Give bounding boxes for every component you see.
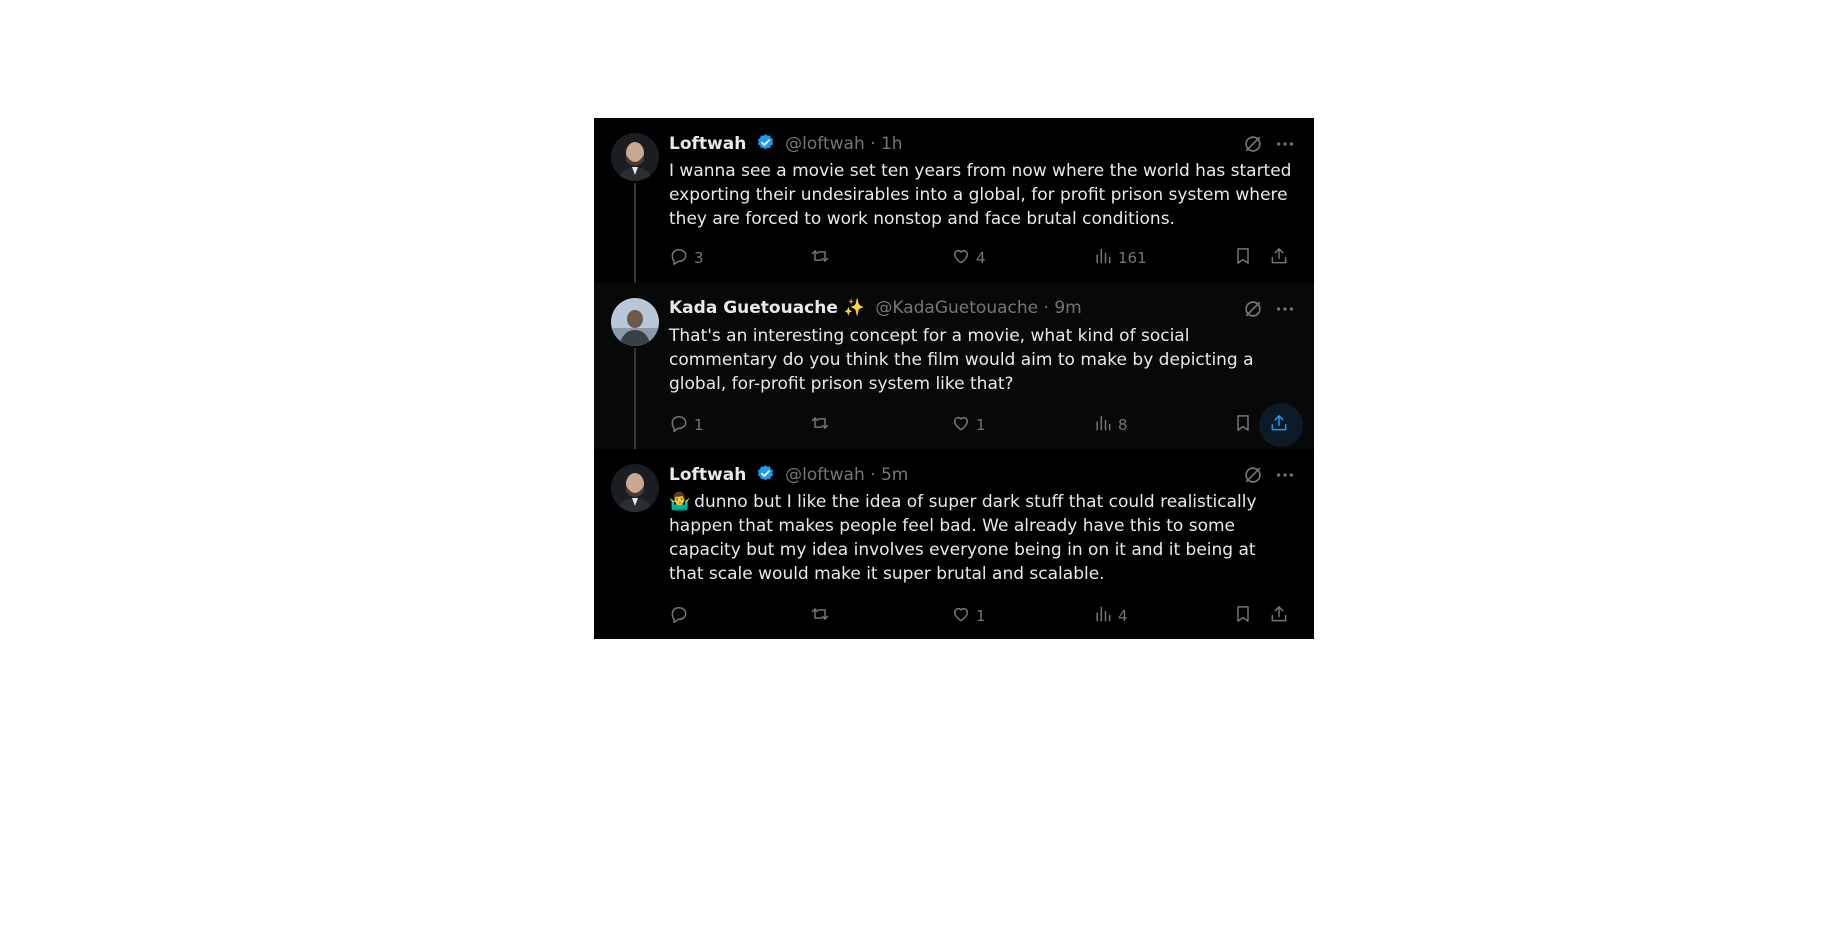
like-button[interactable]: 4 [951, 246, 986, 270]
tweet-header: Kada Guetouache ✨ @KadaGuetouache · 9m [669, 298, 1082, 318]
tweet-actions: 1 1 8 [669, 403, 1303, 447]
share-icon [1269, 604, 1289, 628]
share-button[interactable] [1269, 246, 1289, 270]
tweet-text: I wanna see a movie set ten years from n… [669, 161, 1292, 229]
tweet-actions: 3 4 161 [669, 246, 1299, 270]
share-icon [1269, 413, 1289, 437]
views-icon [1093, 604, 1113, 628]
share-icon [1269, 246, 1289, 270]
bookmark-button[interactable] [1233, 604, 1253, 628]
tweet[interactable]: Loftwah @loftwah · 5m 🤷‍♂️ dunno but I li… [594, 449, 1314, 639]
verified-badge-icon [756, 133, 775, 157]
reply-button[interactable]: 3 [669, 246, 704, 270]
grok-icon[interactable] [1242, 133, 1264, 155]
grok-icon[interactable] [1242, 464, 1264, 486]
avatar[interactable] [611, 298, 659, 346]
views-icon [1093, 413, 1113, 437]
retweet-icon [809, 413, 831, 437]
reply-icon [669, 413, 689, 437]
heart-icon [951, 246, 971, 270]
views-icon [1093, 246, 1113, 270]
like-button[interactable]: 1 [951, 604, 986, 628]
like-count: 1 [976, 416, 986, 434]
reply-icon [669, 604, 689, 628]
separator: · [870, 134, 876, 154]
retweet-icon [809, 604, 831, 628]
tweet[interactable]: Loftwah @loftwah · 1h I wanna see a movi… [594, 118, 1314, 283]
reply-button[interactable] [669, 604, 694, 628]
author-name[interactable]: Loftwah [669, 134, 746, 154]
tweet-header: Loftwah @loftwah · 1h [669, 133, 903, 154]
bookmark-button[interactable] [1233, 246, 1253, 270]
heart-icon [951, 413, 971, 437]
timestamp[interactable]: 5m [881, 465, 908, 485]
more-icon[interactable] [1274, 298, 1296, 320]
heart-icon [951, 604, 971, 628]
tweet-header: Loftwah @loftwah · 5m [669, 464, 908, 485]
more-icon[interactable] [1274, 133, 1296, 155]
tweet[interactable]: Kada Guetouache ✨ @KadaGuetouache · 9m T… [594, 283, 1314, 449]
tweet-text: That's an interesting concept for a movi… [669, 326, 1254, 394]
shrug-emoji: 🤷‍♂️ [669, 492, 691, 512]
thread-connector-line [634, 183, 636, 283]
author-handle[interactable]: @loftwah [785, 465, 865, 485]
bookmark-icon [1233, 246, 1253, 270]
author-name[interactable]: Loftwah [669, 465, 746, 485]
author-name[interactable]: Kada Guetouache ✨ [669, 298, 865, 318]
thread-connector-line [634, 348, 636, 449]
more-icon[interactable] [1274, 464, 1296, 486]
like-count: 4 [976, 249, 986, 267]
verified-badge-icon [756, 464, 775, 488]
separator: · [870, 465, 876, 485]
like-count: 1 [976, 607, 986, 625]
avatar[interactable] [611, 464, 659, 512]
avatar[interactable] [611, 133, 659, 181]
reply-count: 3 [694, 249, 704, 267]
retweet-button[interactable] [809, 413, 836, 437]
reply-button[interactable]: 1 [669, 413, 704, 437]
views-count: 8 [1118, 416, 1128, 434]
thread-container: Loftwah @loftwah · 1h I wanna see a movi… [594, 118, 1314, 639]
share-button[interactable] [1269, 604, 1289, 628]
grok-icon[interactable] [1242, 298, 1264, 320]
author-handle[interactable]: @KadaGuetouache [875, 298, 1038, 318]
retweet-button[interactable] [809, 604, 836, 628]
views-button[interactable]: 161 [1093, 246, 1147, 270]
views-button[interactable]: 8 [1093, 413, 1128, 437]
timestamp[interactable]: 9m [1054, 298, 1081, 318]
separator: · [1043, 298, 1049, 318]
like-button[interactable]: 1 [951, 413, 986, 437]
tweet-text-container: 🤷‍♂️ dunno but I like the idea of super d… [669, 490, 1294, 586]
retweet-button[interactable] [809, 246, 836, 270]
tweet-actions: 1 4 [669, 604, 1299, 628]
views-count: 4 [1118, 607, 1128, 625]
reply-count: 1 [694, 416, 704, 434]
bookmark-icon [1233, 604, 1253, 628]
retweet-icon [809, 246, 831, 270]
bookmark-button[interactable] [1233, 413, 1253, 437]
author-handle[interactable]: @loftwah [785, 134, 865, 154]
views-count: 161 [1118, 249, 1147, 267]
share-button[interactable] [1269, 413, 1289, 437]
reply-icon [669, 246, 689, 270]
bookmark-icon [1233, 413, 1253, 437]
views-button[interactable]: 4 [1093, 604, 1128, 628]
tweet-text: dunno but I like the idea of super dark … [669, 492, 1257, 584]
timestamp[interactable]: 1h [881, 134, 903, 154]
